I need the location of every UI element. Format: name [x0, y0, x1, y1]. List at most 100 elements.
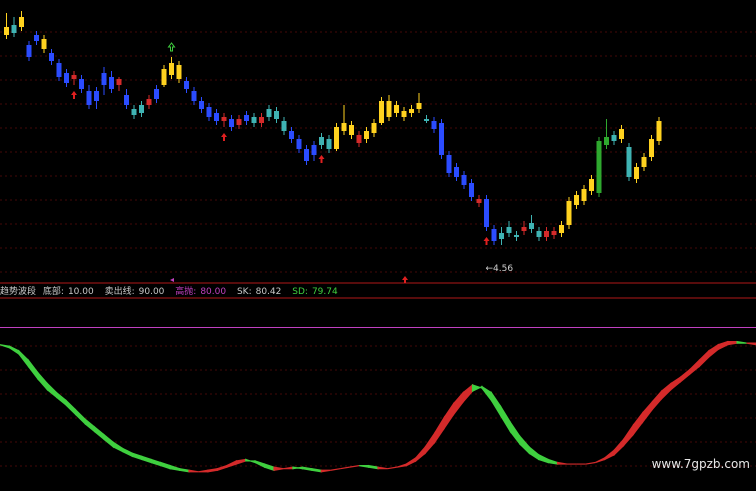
candle-body [619, 129, 624, 139]
band-segment [717, 340, 729, 351]
band-segment [112, 441, 124, 453]
candle-body [34, 35, 39, 41]
candle-body [154, 89, 159, 99]
candle-body [161, 69, 167, 85]
candle-body [296, 139, 302, 149]
band-segment [670, 376, 681, 391]
candle-body [626, 147, 632, 177]
band-segment [642, 400, 653, 424]
candle-body [184, 81, 189, 89]
candle-body [349, 125, 354, 135]
band-segment [519, 434, 530, 455]
band-segment [122, 447, 133, 458]
band-segment [56, 391, 67, 407]
band-segment [698, 349, 710, 368]
candle-body [146, 99, 152, 105]
candle-body [19, 17, 24, 27]
candle-body [191, 91, 197, 101]
band-segment [93, 425, 105, 441]
band-segment [727, 341, 738, 346]
candle-body [139, 105, 144, 113]
candle-body [319, 137, 324, 145]
band-segment [150, 458, 162, 467]
candle-body [101, 73, 107, 85]
band-segment [18, 349, 29, 369]
candle-body [326, 139, 332, 149]
candle-body [469, 183, 474, 197]
band-segment [198, 469, 209, 473]
candle-body [364, 131, 369, 139]
candle-body [506, 227, 512, 233]
candle-body [199, 101, 204, 109]
band-segment [623, 423, 634, 448]
band-segment [604, 448, 615, 461]
candle-body [529, 223, 534, 229]
param-bottom: 底部: 10.00 [42, 287, 94, 297]
band-segment [547, 458, 559, 465]
candle-body [476, 199, 482, 203]
band-segment [613, 437, 625, 457]
candle-body [499, 233, 504, 239]
band-segment [481, 385, 492, 403]
buy-arrow-icon [71, 91, 77, 99]
band-segment [340, 466, 350, 470]
band-segment [226, 459, 237, 468]
param-sd: SD: 79.74 [292, 287, 338, 297]
candle-body [379, 101, 384, 123]
band-segment [216, 464, 228, 472]
buy-arrow-icon [221, 133, 227, 141]
chart-root: ←4.56 [0, 0, 756, 487]
candle-body [311, 145, 317, 155]
band-segment [235, 458, 247, 465]
band-segment [689, 358, 700, 376]
candle-body [229, 119, 234, 127]
candle-body [259, 117, 264, 123]
band-segment [169, 464, 181, 471]
candle-body [109, 77, 114, 89]
band-segment [245, 458, 256, 464]
candle-body [409, 109, 414, 113]
indicator-name: 趋势波段 [0, 287, 37, 297]
band-segment [311, 467, 322, 473]
candle-body [551, 231, 557, 235]
band-segment [556, 461, 568, 465]
band-segment [396, 463, 407, 468]
candle-body [176, 65, 182, 79]
candle-body [64, 73, 69, 83]
stock-chart-svg: ←4.56 [0, 11, 756, 473]
band-segment [141, 455, 152, 464]
candle-body [574, 195, 579, 205]
band-segment [377, 466, 388, 470]
sell-arrow-icon [167, 42, 176, 52]
band-segment [679, 368, 691, 384]
candle-body [221, 117, 227, 121]
candle-body [634, 167, 639, 179]
candle-body [454, 167, 459, 177]
candle-body [641, 157, 647, 167]
band-segment [387, 466, 397, 470]
candle-body [94, 91, 99, 101]
band-segment [320, 469, 331, 473]
band-segment [207, 467, 218, 473]
band-segment [443, 401, 455, 431]
candle-body [124, 95, 129, 105]
buy-arrow-icon [483, 237, 490, 245]
band-segment [595, 456, 606, 464]
band-segment [131, 452, 143, 461]
band-segment [8, 345, 20, 356]
band-segment [585, 461, 596, 465]
watermark: www.7gpzb.com [651, 457, 750, 471]
band-segment [103, 433, 114, 449]
candle-body [214, 113, 219, 121]
candle-body [251, 117, 257, 123]
band-segment [178, 467, 190, 473]
candle-body [304, 149, 309, 161]
band-segment [434, 415, 445, 445]
candle-body [656, 121, 662, 141]
candle-body [274, 111, 279, 119]
candle-body [11, 25, 17, 33]
band-segment [330, 468, 341, 471]
band-segment [188, 469, 199, 473]
candle-body [41, 39, 47, 49]
candle-body [169, 63, 174, 75]
